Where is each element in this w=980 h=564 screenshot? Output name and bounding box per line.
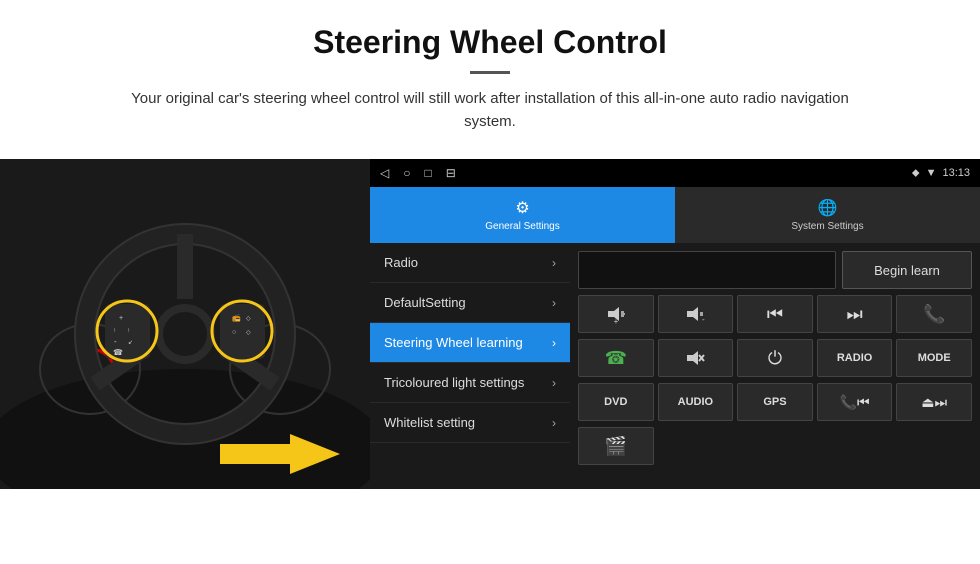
svg-text:📻: 📻 xyxy=(232,314,241,322)
control-row-1: + - ⏮ xyxy=(578,295,972,333)
recents-icon[interactable]: □ xyxy=(424,166,431,180)
answer-btn[interactable]: ☎ xyxy=(578,339,654,377)
menu-controls-area: Radio › DefaultSetting › Steering Wheel … xyxy=(370,243,980,489)
chevron-right-icon: › xyxy=(552,256,556,270)
menu-item-whitelist[interactable]: Whitelist setting › xyxy=(370,403,570,443)
android-nav-icons: ◁ ○ □ ⊟ xyxy=(380,166,456,180)
phone-icon: 📞 xyxy=(923,304,945,325)
car-image: + ↑ ↑ - ↙ ☎ 📻 ◇ ○ ◇ xyxy=(0,159,370,489)
audio-btn[interactable]: AUDIO xyxy=(658,383,734,421)
power-btn[interactable]: ⏻ xyxy=(737,339,813,377)
vol-up-btn[interactable]: + xyxy=(578,295,654,333)
system-icon: 🌐 xyxy=(818,198,838,218)
phone-prev-icon: 📞⏮ xyxy=(840,394,870,411)
mode-label: MODE xyxy=(918,352,951,364)
menu-list: Radio › DefaultSetting › Steering Wheel … xyxy=(370,243,570,489)
chevron-right-icon-5: › xyxy=(552,416,556,430)
mute-btn[interactable] xyxy=(658,339,734,377)
chevron-right-icon-4: › xyxy=(552,376,556,390)
phone-prev-btn[interactable]: 📞⏮ xyxy=(817,383,893,421)
tab-general-label: General Settings xyxy=(485,221,560,232)
radio-row: Begin learn xyxy=(578,251,972,289)
page-header: Steering Wheel Control Your original car… xyxy=(0,0,980,145)
menu-radio-label: Radio xyxy=(384,255,552,270)
next-track-btn[interactable]: ⏭ xyxy=(817,295,893,333)
svg-text:↑: ↑ xyxy=(113,328,116,334)
control-row-2: ☎ ⏻ RADIO xyxy=(578,339,972,377)
menu-icon[interactable]: ⊟ xyxy=(446,166,456,180)
svg-text:○: ○ xyxy=(232,329,236,336)
prev-track-icon: ⏮ xyxy=(767,304,783,325)
settings-gear-icon: ⚙ xyxy=(515,198,529,218)
steering-wheel-svg: + ↑ ↑ - ↙ ☎ 📻 ◇ ○ ◇ xyxy=(0,159,370,489)
time-display: 13:13 xyxy=(942,167,970,179)
chevron-right-icon-3: › xyxy=(552,336,556,350)
mode-btn[interactable]: MODE xyxy=(896,339,972,377)
svg-text:◇: ◇ xyxy=(246,316,251,322)
vol-up-icon: + xyxy=(606,304,626,324)
gps-label: GPS xyxy=(763,396,786,408)
tab-system-label: System Settings xyxy=(791,221,863,232)
media-icon: 🎬 xyxy=(605,436,627,457)
menu-whitelist-label: Whitelist setting xyxy=(384,415,552,430)
signal-icon: ▼ xyxy=(926,167,937,179)
eject-next-btn[interactable]: ⏏⏭ xyxy=(896,383,972,421)
menu-item-steering-wheel[interactable]: Steering Wheel learning › xyxy=(370,323,570,363)
answer-icon: ☎ xyxy=(605,348,627,369)
phone-btn[interactable]: 📞 xyxy=(896,295,972,333)
page-title: Steering Wheel Control xyxy=(40,24,940,61)
eject-next-icon: ⏏⏭ xyxy=(921,394,947,411)
svg-text:-: - xyxy=(114,337,117,346)
tab-system-settings[interactable]: 🌐 System Settings xyxy=(675,187,980,243)
svg-text:◇: ◇ xyxy=(246,330,251,336)
prev-track-btn[interactable]: ⏮ xyxy=(737,295,813,333)
next-track-icon: ⏭ xyxy=(846,304,862,325)
mute-icon xyxy=(685,348,705,368)
vol-down-icon: - xyxy=(685,304,705,324)
menu-item-default-setting[interactable]: DefaultSetting › xyxy=(370,283,570,323)
svg-text:↙: ↙ xyxy=(128,340,133,346)
power-icon: ⏻ xyxy=(768,348,782,369)
menu-tricoloured-label: Tricoloured light settings xyxy=(384,375,552,390)
begin-learn-button[interactable]: Begin learn xyxy=(842,251,972,289)
page-subtitle: Your original car's steering wheel contr… xyxy=(110,88,870,133)
radio-label: RADIO xyxy=(837,352,872,364)
radio-input-box xyxy=(578,251,836,289)
svg-text:↑: ↑ xyxy=(127,328,130,334)
radio-btn[interactable]: RADIO xyxy=(817,339,893,377)
vol-down-btn[interactable]: - xyxy=(658,295,734,333)
menu-item-radio[interactable]: Radio › xyxy=(370,243,570,283)
dvd-btn[interactable]: DVD xyxy=(578,383,654,421)
android-status: ⬥ ▼ 13:13 xyxy=(912,167,970,180)
menu-steering-label: Steering Wheel learning xyxy=(384,335,552,350)
gps-btn[interactable]: GPS xyxy=(737,383,813,421)
control-row-3: DVD AUDIO GPS 📞⏮ ⏏⏭ xyxy=(578,383,972,421)
controls-panel: Begin learn + xyxy=(570,243,980,489)
svg-text:-: - xyxy=(702,315,705,324)
menu-item-tricoloured[interactable]: Tricoloured light settings › xyxy=(370,363,570,403)
android-topbar: ◁ ○ □ ⊟ ⬥ ▼ 13:13 xyxy=(370,159,980,187)
dvd-label: DVD xyxy=(604,396,627,408)
content-area: + ↑ ↑ - ↙ ☎ 📻 ◇ ○ ◇ xyxy=(0,159,980,489)
home-icon[interactable]: ○ xyxy=(403,166,410,180)
tab-bar: ⚙ General Settings 🌐 System Settings xyxy=(370,187,980,243)
svg-text:+: + xyxy=(119,315,123,322)
title-divider xyxy=(470,71,510,74)
back-icon[interactable]: ◁ xyxy=(380,166,389,180)
location-icon: ⬥ xyxy=(912,167,920,180)
svg-text:☎: ☎ xyxy=(113,348,123,357)
android-ui: ◁ ○ □ ⊟ ⬥ ▼ 13:13 ⚙ General Settings xyxy=(370,159,980,489)
audio-label: AUDIO xyxy=(678,396,713,408)
page-wrapper: Steering Wheel Control Your original car… xyxy=(0,0,980,489)
control-row-4: 🎬 xyxy=(578,427,972,465)
media-btn[interactable]: 🎬 xyxy=(578,427,654,465)
chevron-right-icon-2: › xyxy=(552,296,556,310)
svg-text:+: + xyxy=(613,317,618,324)
menu-default-label: DefaultSetting xyxy=(384,295,552,310)
tab-general-settings[interactable]: ⚙ General Settings xyxy=(370,187,675,243)
